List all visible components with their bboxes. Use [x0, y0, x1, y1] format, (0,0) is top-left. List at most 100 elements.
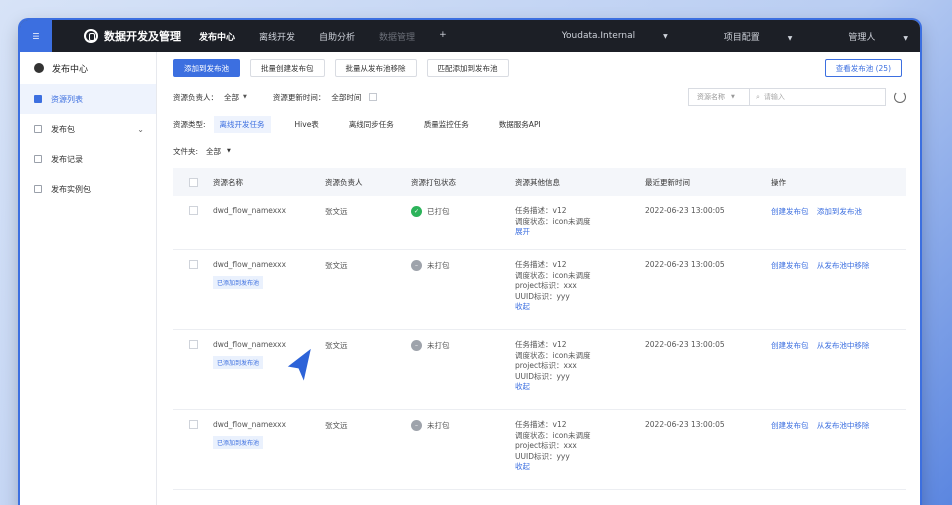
resource-name[interactable]: dwd_flow_namexxx	[213, 206, 325, 215]
package-status: ✓ 已打包	[411, 206, 515, 217]
updated-time: 2022-06-23 13:00:05	[645, 340, 725, 349]
collapse-link[interactable]: 收起	[515, 302, 645, 313]
app-window: ☰ 数据开发及管理 发布中心 离线开发 自助分析 数据管理 + Youdata.…	[20, 20, 920, 505]
main-nav: 发布中心 离线开发 自助分析 数据管理 +	[199, 30, 471, 43]
row-checkbox[interactable]	[189, 206, 198, 215]
time-filter-value[interactable]: 全部时间	[331, 92, 361, 103]
package-status: – 未打包	[411, 420, 515, 431]
refresh-icon[interactable]	[894, 91, 906, 103]
project-config-menu[interactable]: 项目配置 ▼	[696, 30, 793, 43]
type-quality-monitor[interactable]: 质量监控任务	[418, 116, 475, 133]
nav-self-analysis[interactable]: 自助分析	[319, 30, 355, 43]
collapse-link[interactable]: 收起	[515, 462, 645, 473]
resource-name[interactable]: dwd_flow_namexxx	[213, 420, 325, 429]
remove-from-pool-link[interactable]: 从发布池中移除	[817, 261, 870, 270]
row-checkbox[interactable]	[189, 420, 198, 429]
home-menu-icon[interactable]: ☰	[20, 20, 52, 52]
create-package-link[interactable]: 创建发布包	[771, 341, 809, 350]
record-icon	[34, 155, 42, 163]
info-line: project标识：xxx	[515, 441, 577, 450]
folder-row: 文件夹: 全部 ▼	[173, 138, 906, 164]
nav-release-center[interactable]: 发布中心	[199, 30, 235, 43]
added-to-pool-badge: 已添加到发布池	[213, 276, 264, 289]
row-checkbox[interactable]	[189, 260, 198, 269]
resource-name[interactable]: dwd_flow_namexxx	[213, 260, 325, 269]
list-icon	[34, 95, 42, 103]
collapse-link[interactable]: 收起	[515, 382, 645, 393]
batch-create-package-button[interactable]: 批量创建发布包	[250, 59, 325, 77]
info-line: 调度状态：icon未调度	[515, 270, 591, 280]
folder-select[interactable]: 全部 ▼	[206, 146, 231, 157]
type-hive-table[interactable]: Hive表	[289, 116, 325, 133]
user-menu[interactable]: 管理人 ▼	[820, 30, 908, 43]
sidebar-title: 发布中心	[20, 52, 156, 84]
row-checkbox[interactable]	[189, 340, 198, 349]
sidebar-item-release-records[interactable]: 发布记录	[20, 144, 156, 174]
pointer-cursor-icon	[284, 345, 314, 385]
minus-circle-icon: –	[411, 260, 422, 271]
brand[interactable]: 数据开发及管理	[84, 28, 181, 44]
time-filter-checkbox[interactable]	[369, 93, 378, 101]
col-header-info: 资源其他信息	[515, 177, 560, 187]
add-to-pool-link[interactable]: 添加到发布池	[817, 207, 862, 216]
top-navigation-bar: ☰ 数据开发及管理 发布中心 离线开发 自助分析 数据管理 + Youdata.…	[20, 20, 920, 52]
resource-owner: 张文远	[325, 341, 348, 350]
sidebar-item-resource-list[interactable]: 资源列表	[20, 84, 156, 114]
batch-remove-from-pool-button[interactable]: 批量从发布池移除	[334, 59, 417, 77]
add-to-pool-button[interactable]: 添加到发布池	[173, 59, 240, 77]
info-line: UUID标识：yyy	[515, 371, 570, 381]
table-row: dwd_flow_namexxx 张文远 ✓ 已打包 任务描述：v12 调度状态：…	[173, 196, 906, 250]
info-line: project标识：xxx	[515, 281, 577, 290]
env-switcher[interactable]: Youdata.Internal ▼	[534, 31, 668, 41]
package-status: – 未打包	[411, 260, 515, 271]
type-data-service-api[interactable]: 数据服务API	[493, 116, 547, 133]
resource-table: 资源名称 资源负责人 资源打包状态 资源其他信息 最近更新时间 操作 dwd_f…	[173, 168, 906, 490]
create-package-link[interactable]: 创建发布包	[771, 207, 809, 216]
search-input[interactable]: ⌕ 请输入	[750, 88, 886, 106]
col-header-updated: 最近更新时间	[645, 177, 690, 187]
expand-link[interactable]: 展开	[515, 227, 645, 238]
chevron-down-icon: ⌄	[137, 124, 144, 134]
search-icon: ⌕	[756, 92, 760, 101]
added-to-pool-badge: 已添加到发布池	[213, 356, 264, 369]
nav-data-management[interactable]: 数据管理	[379, 30, 415, 43]
brand-name: 数据开发及管理	[104, 30, 181, 43]
remove-from-pool-link[interactable]: 从发布池中移除	[817, 421, 870, 430]
updated-time: 2022-06-23 13:00:05	[645, 420, 725, 429]
info-line: project标识：xxx	[515, 361, 577, 370]
folder-label: 文件夹:	[173, 146, 199, 156]
brand-logo-icon	[84, 29, 98, 43]
match-add-to-pool-button[interactable]: 匹配添加到发布池	[426, 59, 509, 77]
minus-circle-icon: –	[411, 420, 422, 431]
create-package-link[interactable]: 创建发布包	[771, 261, 809, 270]
sidebar: 发布中心 资源列表 发布包 ⌄ 发布记录 发布实例包	[20, 52, 157, 505]
caret-down-icon: ▼	[903, 34, 908, 42]
owner-filter-label: 资源负责人：	[173, 92, 218, 102]
caret-down-icon: ▼	[787, 34, 793, 42]
create-package-link[interactable]: 创建发布包	[771, 421, 809, 430]
main-content: 添加到发布池 批量创建发布包 批量从发布池移除 匹配添加到发布池 查看发布池 (…	[157, 52, 920, 505]
instance-icon	[34, 185, 42, 193]
sidebar-item-release-instance[interactable]: 发布实例包	[20, 174, 156, 204]
release-center-icon	[34, 63, 44, 73]
info-line: 任务描述：v12	[515, 260, 567, 269]
filter-row: 资源负责人： 全部 ▼ 资源更新时间： 全部时间 资源名称 ▼ ⌕ 请输入	[173, 84, 906, 110]
package-status: – 未打包	[411, 340, 515, 351]
search-field-select[interactable]: 资源名称 ▼	[688, 88, 750, 106]
select-all-checkbox[interactable]	[189, 177, 198, 187]
table-header: 资源名称 资源负责人 资源打包状态 资源其他信息 最近更新时间 操作	[173, 168, 906, 196]
time-filter-label: 资源更新时间：	[272, 92, 326, 102]
search-group: 资源名称 ▼ ⌕ 请输入	[688, 88, 906, 106]
remove-from-pool-link[interactable]: 从发布池中移除	[817, 341, 870, 350]
type-offline-task[interactable]: 离线开发任务	[213, 115, 271, 133]
nav-offline-dev[interactable]: 离线开发	[259, 30, 295, 43]
view-pool-button[interactable]: 查看发布池 (25)	[824, 59, 902, 77]
caret-down-icon: ▼	[243, 94, 247, 100]
updated-time: 2022-06-23 13:00:05	[645, 260, 725, 269]
owner-filter-select[interactable]: 全部 ▼	[224, 92, 273, 103]
col-header-status: 资源打包状态	[411, 177, 456, 187]
type-offline-sync[interactable]: 离线同步任务	[343, 116, 400, 133]
nav-add-tab[interactable]: +	[439, 30, 447, 43]
sidebar-item-release-package[interactable]: 发布包 ⌄	[20, 114, 156, 144]
info-line: 任务描述：v12	[515, 206, 567, 215]
